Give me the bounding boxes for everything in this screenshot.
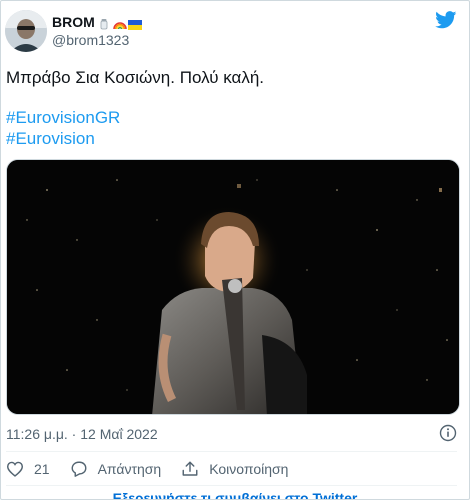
like-count: 21: [34, 461, 50, 477]
share-label: Κοινοποίηση: [209, 461, 289, 477]
like-button[interactable]: 21: [6, 461, 50, 477]
reply-button[interactable]: Απάντηση: [70, 460, 162, 478]
divider: [6, 451, 457, 452]
heart-icon: [6, 461, 24, 477]
tweet-media-image[interactable]: [6, 159, 460, 415]
share-button[interactable]: Κοινοποίηση: [181, 460, 288, 478]
rainbow-emoji: [112, 16, 127, 30]
author-display-name[interactable]: BROM: [52, 13, 142, 31]
tweet-actions: 21 Απάντηση Κοινοποίηση: [6, 459, 308, 479]
author-names: BROM @brom1323: [52, 13, 142, 49]
divider: [6, 485, 457, 486]
reply-icon: [70, 460, 88, 478]
author-handle[interactable]: @brom1323: [52, 31, 140, 49]
info-icon[interactable]: [439, 424, 457, 442]
tweet-text: Μπράβο Σια Κοσιώνη. Πολύ καλή.: [6, 68, 265, 87]
tweet-card: BROM @brom1323 Μπράβο Σια Κοσιώνη. Πολύ …: [0, 0, 470, 500]
hashtag-link[interactable]: #Eurovision: [6, 128, 120, 149]
avatar[interactable]: [5, 10, 47, 52]
tweet-timestamp[interactable]: 11:26 μ.μ. · 12 Μαΐ 2022: [6, 425, 158, 443]
display-name-text: BROM: [52, 14, 95, 30]
explore-twitter-link[interactable]: Εξερευνήστε τι συμβαίνει στο Twitter: [1, 489, 469, 499]
twitter-bird-icon[interactable]: [435, 11, 457, 29]
tweet-header: BROM @brom1323: [1, 1, 469, 61]
hashtag-link[interactable]: #EurovisionGR: [6, 107, 120, 128]
ukraine-flag-emoji: [127, 16, 142, 30]
tweet-hashtags: #EurovisionGR #Eurovision: [6, 107, 120, 149]
share-icon: [181, 460, 199, 478]
salt-shaker-emoji: [98, 16, 110, 30]
reply-label: Απάντηση: [97, 461, 162, 477]
